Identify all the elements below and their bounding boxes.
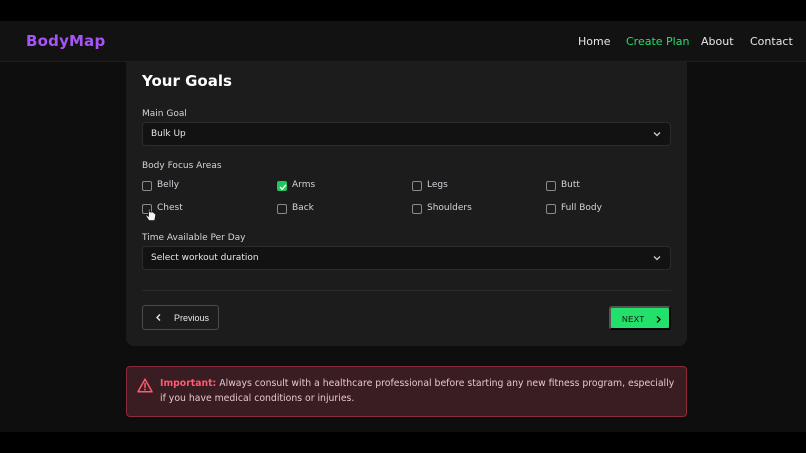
chevron-right-icon: [656, 316, 661, 323]
checkbox-label: Back: [292, 203, 314, 213]
previous-button[interactable]: Previous: [142, 305, 219, 330]
alert-strong: Important:: [160, 378, 217, 389]
time-label: Time Available Per Day: [142, 233, 246, 243]
chevron-down-icon: [653, 256, 661, 261]
checkbox-box[interactable]: [412, 181, 422, 191]
next-button[interactable]: NEXT: [609, 306, 671, 330]
checkbox-label: Belly: [157, 180, 180, 190]
checkbox-box[interactable]: [546, 204, 556, 214]
nav-contact[interactable]: Contact: [750, 35, 793, 48]
chevron-left-icon: [156, 314, 161, 321]
checkbox-label: Butt: [561, 180, 580, 190]
section-title: Your Goals: [142, 72, 232, 90]
bottom-letterbox: [0, 432, 806, 453]
time-select[interactable]: Select workout duration: [142, 246, 671, 270]
alert-body: Always consult with a healthcare profess…: [160, 378, 675, 404]
checkbox-box[interactable]: [546, 181, 556, 191]
brand-logo[interactable]: BodyMap: [26, 32, 105, 50]
nav-home[interactable]: Home: [578, 35, 610, 48]
chevron-down-icon: [653, 132, 661, 137]
warning-icon: [137, 378, 153, 393]
warning-alert: Important: Always consult with a healthc…: [126, 366, 687, 417]
checkbox-label: Shoulders: [427, 203, 472, 213]
checkbox-label: Arms: [292, 180, 316, 190]
top-letterbox: [0, 0, 806, 21]
main-goal-value: Bulk Up: [151, 129, 186, 139]
previous-label: Previous: [174, 313, 210, 323]
focus-areas-label: Body Focus Areas: [142, 161, 222, 171]
goals-card: Your Goals Main Goal Bulk Up Body Focus …: [126, 62, 687, 346]
checkbox-label: Legs: [427, 180, 448, 190]
nav-create-plan[interactable]: Create Plan: [626, 35, 689, 48]
cursor-icon: [145, 208, 156, 221]
checkbox-label: Chest: [157, 203, 183, 213]
check-icon: [279, 184, 287, 191]
page-content: Your Goals Main Goal Bulk Up Body Focus …: [0, 62, 806, 432]
alert-message: Important: Always consult with a healthc…: [160, 376, 680, 406]
navbar: BodyMap Home Create Plan About Contact: [0, 21, 806, 62]
checkbox-box-checked[interactable]: [277, 181, 287, 191]
divider: [142, 290, 671, 291]
nav-about[interactable]: About: [701, 35, 734, 48]
checkbox-box[interactable]: [412, 204, 422, 214]
main-goal-label: Main Goal: [142, 109, 187, 119]
checkbox-box[interactable]: [277, 204, 287, 214]
main-goal-select[interactable]: Bulk Up: [142, 122, 671, 146]
next-label: NEXT: [622, 315, 645, 324]
checkbox-box[interactable]: [142, 181, 152, 191]
checkbox-label: Full Body: [561, 203, 602, 213]
time-placeholder: Select workout duration: [151, 253, 259, 263]
